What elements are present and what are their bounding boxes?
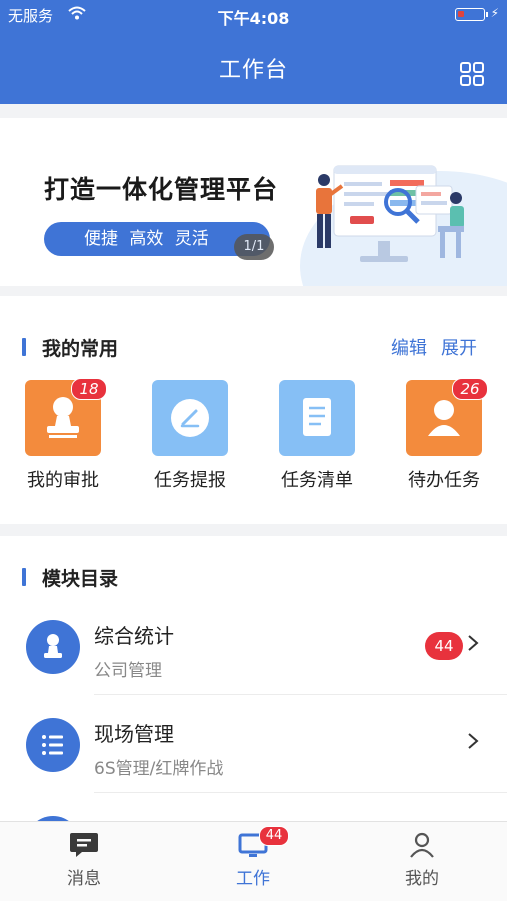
module-title: 现场管理 bbox=[94, 722, 174, 746]
banner-carousel[interactable]: 打造一体化管理平台 便捷 高效 灵活 1/1 bbox=[0, 118, 507, 286]
section-marker bbox=[22, 338, 26, 356]
message-icon bbox=[70, 833, 98, 857]
module-subtitle: 公司管理 bbox=[94, 661, 162, 681]
modules-section: 模块目录 综合统计 公司管理 44 现场管理 6S管理/红牌作战 bbox=[0, 536, 507, 826]
module-icon bbox=[26, 620, 80, 674]
section-marker bbox=[22, 568, 26, 586]
status-bar: 无服务 下午4:08 ⚡ bbox=[0, 0, 507, 30]
profile-icon bbox=[410, 832, 434, 858]
grid-icon[interactable] bbox=[459, 61, 485, 87]
tile-my-approval[interactable]: 18 我的审批 bbox=[8, 378, 118, 492]
tab-bar: 消息 44 工作 我的 bbox=[0, 821, 507, 901]
battery-icon bbox=[455, 8, 488, 21]
tile-task-report[interactable]: 任务提报 bbox=[135, 380, 245, 492]
tab-label: 工作 bbox=[236, 869, 270, 889]
divider bbox=[94, 792, 507, 793]
favorites-actions: 编辑 展开 bbox=[377, 334, 477, 360]
tab-label: 消息 bbox=[67, 869, 101, 889]
approval-badge: 18 bbox=[71, 378, 107, 400]
clock: 下午4:08 bbox=[217, 9, 290, 28]
tile-task-list[interactable]: 任务清单 bbox=[262, 380, 372, 492]
module-item-statistics[interactable]: 综合统计 公司管理 44 bbox=[0, 598, 507, 696]
favorites-section: 我的常用 编辑 展开 18 我的审批 任务提报 任务清单 26 待办任务 bbox=[0, 296, 507, 524]
tab-work[interactable]: 44 工作 bbox=[203, 826, 303, 889]
tile-label: 任务提报 bbox=[154, 470, 226, 491]
banner-illustration bbox=[300, 165, 507, 286]
tile-icon-box bbox=[279, 380, 355, 456]
tile-icon-box: 26 bbox=[406, 378, 488, 456]
work-badge: 44 bbox=[259, 826, 289, 846]
chevron-right-icon bbox=[468, 635, 479, 651]
tile-icon-box bbox=[152, 380, 228, 456]
stamp-icon bbox=[44, 634, 62, 658]
modules-title: 模块目录 bbox=[42, 568, 119, 590]
charging-icon: ⚡ bbox=[490, 6, 499, 20]
module-subtitle: 6S管理/红牌作战 bbox=[94, 759, 224, 779]
tab-label: 我的 bbox=[405, 869, 439, 889]
tile-todo-tasks[interactable]: 26 待办任务 bbox=[389, 378, 499, 492]
module-icon bbox=[26, 718, 80, 772]
favorites-grid: 18 我的审批 任务提报 任务清单 26 待办任务 bbox=[0, 378, 507, 500]
tile-label: 待办任务 bbox=[408, 470, 480, 491]
divider bbox=[94, 694, 507, 695]
module-count-badge: 44 bbox=[425, 632, 463, 660]
tab-messages[interactable]: 消息 bbox=[34, 830, 134, 889]
tab-profile[interactable]: 我的 bbox=[372, 830, 472, 889]
edit-link[interactable]: 编辑 bbox=[391, 338, 427, 359]
document-icon bbox=[303, 398, 331, 436]
tile-label: 我的审批 bbox=[27, 470, 99, 491]
favorites-title: 我的常用 bbox=[42, 338, 119, 360]
page-title: 工作台 bbox=[218, 58, 288, 83]
list-icon bbox=[42, 735, 63, 755]
carousel-pager: 1/1 bbox=[234, 234, 274, 260]
module-item-site-management[interactable]: 现场管理 6S管理/红牌作战 bbox=[0, 696, 507, 794]
module-title: 综合统计 bbox=[94, 624, 174, 648]
tile-label: 任务清单 bbox=[281, 470, 353, 491]
chevron-right-icon bbox=[468, 733, 479, 749]
nav-bar: 工作台 bbox=[0, 30, 507, 104]
banner-title: 打造一体化管理平台 bbox=[44, 175, 279, 204]
pencil-icon bbox=[171, 399, 209, 437]
tile-icon-box: 18 bbox=[25, 378, 107, 456]
expand-link[interactable]: 展开 bbox=[441, 338, 477, 359]
todo-badge: 26 bbox=[452, 378, 488, 400]
